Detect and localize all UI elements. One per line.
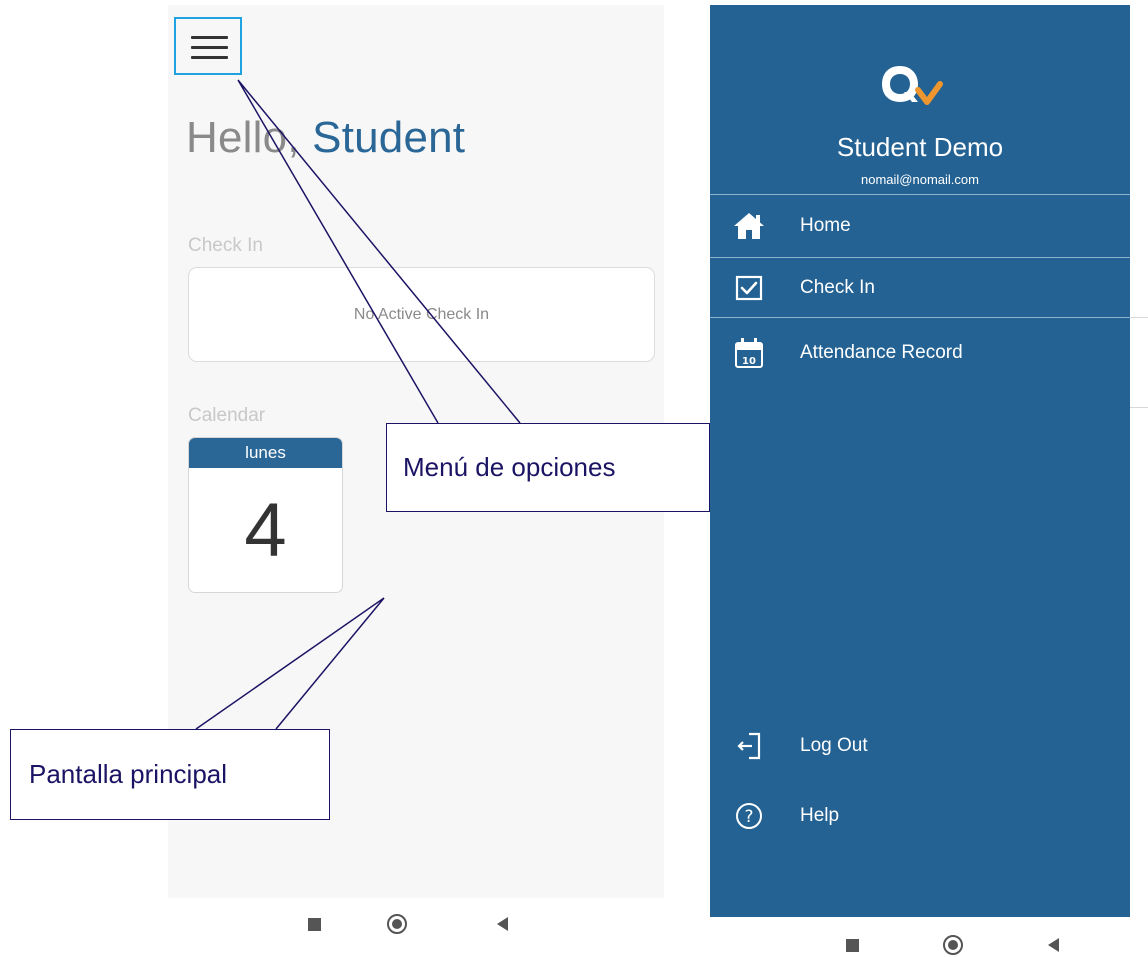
- q-logo-icon: [882, 66, 943, 105]
- recents-icon[interactable]: [846, 938, 859, 952]
- help-icon: ?: [732, 799, 766, 833]
- greeting-user-name: Student: [312, 113, 466, 162]
- home-circle-icon[interactable]: [943, 935, 963, 955]
- checkin-status-text: No Active Check In: [353, 305, 490, 323]
- greeting-title: Hello, Student: [186, 113, 465, 163]
- calendar-card[interactable]: lunes 4: [188, 437, 343, 593]
- drawer-divider: [710, 194, 1130, 195]
- backdrop-divider: [1130, 407, 1148, 408]
- calendar-icon: 10: [732, 336, 766, 370]
- drawer-screen: Student Demo nomail@nomail.com Home Chec…: [710, 5, 1148, 917]
- svg-text:?: ?: [744, 807, 753, 827]
- menu-options-callout-text: Menú de opciones: [403, 452, 616, 482]
- back-triangle-icon[interactable]: [497, 917, 508, 931]
- left-system-nav-bar: [282, 904, 542, 944]
- hamburger-menu-icon: [191, 36, 228, 39]
- drawer-item-help[interactable]: ? Help: [710, 786, 1130, 846]
- navigation-drawer: Student Demo nomail@nomail.com Home Chec…: [710, 5, 1130, 917]
- checkbox-icon: [732, 271, 766, 305]
- backdrop-divider: [1130, 317, 1148, 318]
- home-icon: [732, 209, 766, 243]
- drawer-item-label: Home: [800, 215, 851, 236]
- drawer-user-email: nomail@nomail.com: [861, 172, 979, 187]
- drawer-item-log-out[interactable]: Log Out: [710, 716, 1130, 776]
- main-screen-callout-text: Pantalla principal: [29, 759, 228, 789]
- drawer-item-label: Help: [800, 805, 840, 826]
- home-circle-icon[interactable]: [387, 914, 407, 934]
- drawer-item-label: Check In: [800, 277, 875, 298]
- calendar-date-number: 4: [244, 488, 287, 573]
- calendar-weekday: lunes: [189, 438, 342, 468]
- drawer-item-label: Attendance Record: [800, 342, 963, 363]
- checkin-section-label: Check In: [188, 235, 263, 256]
- main-screen-callout: Pantalla principal: [10, 729, 330, 820]
- menu-options-callout: Menú de opciones: [386, 423, 710, 512]
- drawer-header: Student Demo nomail@nomail.com: [710, 5, 1130, 194]
- screenshot-stage: Hello, Student Check In No Active Check …: [0, 0, 1148, 957]
- drawer-item-home[interactable]: Home: [710, 196, 1130, 256]
- recents-icon[interactable]: [308, 917, 321, 931]
- hamburger-menu-icon-bar: [191, 56, 228, 59]
- drawer-divider: [710, 317, 1130, 318]
- hamburger-menu-button[interactable]: [174, 17, 242, 75]
- checkin-status-card[interactable]: No Active Check In: [188, 267, 655, 362]
- drawer-item-attendance-record[interactable]: 10 Attendance Record: [710, 323, 1130, 383]
- back-triangle-icon[interactable]: [1048, 938, 1059, 952]
- drawer-user-name: Student Demo: [836, 132, 1004, 162]
- hamburger-menu-icon-bar: [191, 46, 228, 49]
- svg-text:10: 10: [742, 356, 756, 367]
- logout-icon: [732, 729, 766, 763]
- calendar-section-label: Calendar: [188, 405, 266, 426]
- drawer-item-check-in[interactable]: Check In: [710, 258, 1130, 318]
- greeting-hello: Hello,: [186, 113, 300, 162]
- right-system-nav-bar: [820, 925, 1080, 957]
- drawer-item-label: Log Out: [800, 735, 868, 756]
